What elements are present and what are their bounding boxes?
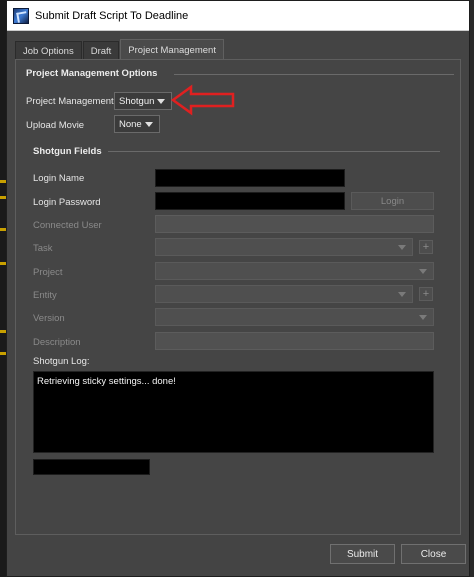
login-button[interactable]: Login xyxy=(351,192,434,210)
pm-select[interactable]: Shotgun xyxy=(114,92,172,110)
chevron-down-icon xyxy=(398,292,406,297)
shotgun-log: Retrieving sticky settings... done! xyxy=(33,371,434,453)
tab-draft[interactable]: Draft xyxy=(82,41,120,60)
login-password-input[interactable] xyxy=(155,192,345,210)
entity-select[interactable] xyxy=(155,285,413,303)
upload-movie-label: Upload Movie xyxy=(26,120,85,131)
chevron-down-icon xyxy=(419,269,427,274)
submit-button[interactable]: Submit xyxy=(330,544,395,564)
pm-select-value: Shotgun xyxy=(119,95,155,107)
progress-bar xyxy=(33,459,150,475)
deadline-app-icon xyxy=(13,7,29,24)
add-task-button[interactable]: + xyxy=(419,240,433,254)
pm-label: Project Management xyxy=(26,96,114,107)
annotation-arrow-icon xyxy=(171,84,235,116)
submit-dialog: Submit Draft Script To Deadline Job Opti… xyxy=(6,0,470,577)
chevron-down-icon xyxy=(157,99,165,104)
login-password-label: Login Password xyxy=(33,197,101,208)
title-bar: Submit Draft Script To Deadline xyxy=(7,1,469,31)
entity-label: Entity xyxy=(33,290,57,301)
description-field xyxy=(155,332,434,350)
add-entity-button[interactable]: + xyxy=(419,287,433,301)
pm-section-divider xyxy=(174,74,454,75)
tab-project-management[interactable]: Project Management xyxy=(120,39,224,60)
close-button[interactable]: Close xyxy=(401,544,466,564)
upload-movie-value: None xyxy=(119,118,142,130)
connected-user-field xyxy=(155,215,434,233)
shotgun-log-label: Shotgun Log: xyxy=(33,356,90,367)
task-select[interactable] xyxy=(155,238,413,256)
tab-job-options[interactable]: Job Options xyxy=(15,41,82,60)
pm-section-title: Project Management Options xyxy=(26,68,158,79)
shotgun-section-title: Shotgun Fields xyxy=(33,146,102,157)
shotgun-section-divider xyxy=(108,151,440,152)
window-title: Submit Draft Script To Deadline xyxy=(35,9,189,22)
task-label: Task xyxy=(33,243,53,254)
project-label: Project xyxy=(33,267,63,278)
chevron-down-icon xyxy=(145,122,153,127)
login-name-label: Login Name xyxy=(33,173,85,184)
description-label: Description xyxy=(33,337,81,348)
login-name-input[interactable] xyxy=(155,169,345,187)
version-select[interactable] xyxy=(155,308,434,326)
chevron-down-icon xyxy=(419,315,427,320)
version-label: Version xyxy=(33,313,65,324)
project-management-panel: Project Management Options Project Manag… xyxy=(15,59,461,535)
chevron-down-icon xyxy=(398,245,406,250)
project-select[interactable] xyxy=(155,262,434,280)
upload-movie-select[interactable]: None xyxy=(114,115,160,133)
connected-user-label: Connected User xyxy=(33,220,102,231)
tab-bar: Job Options Draft Project Management xyxy=(15,39,225,60)
